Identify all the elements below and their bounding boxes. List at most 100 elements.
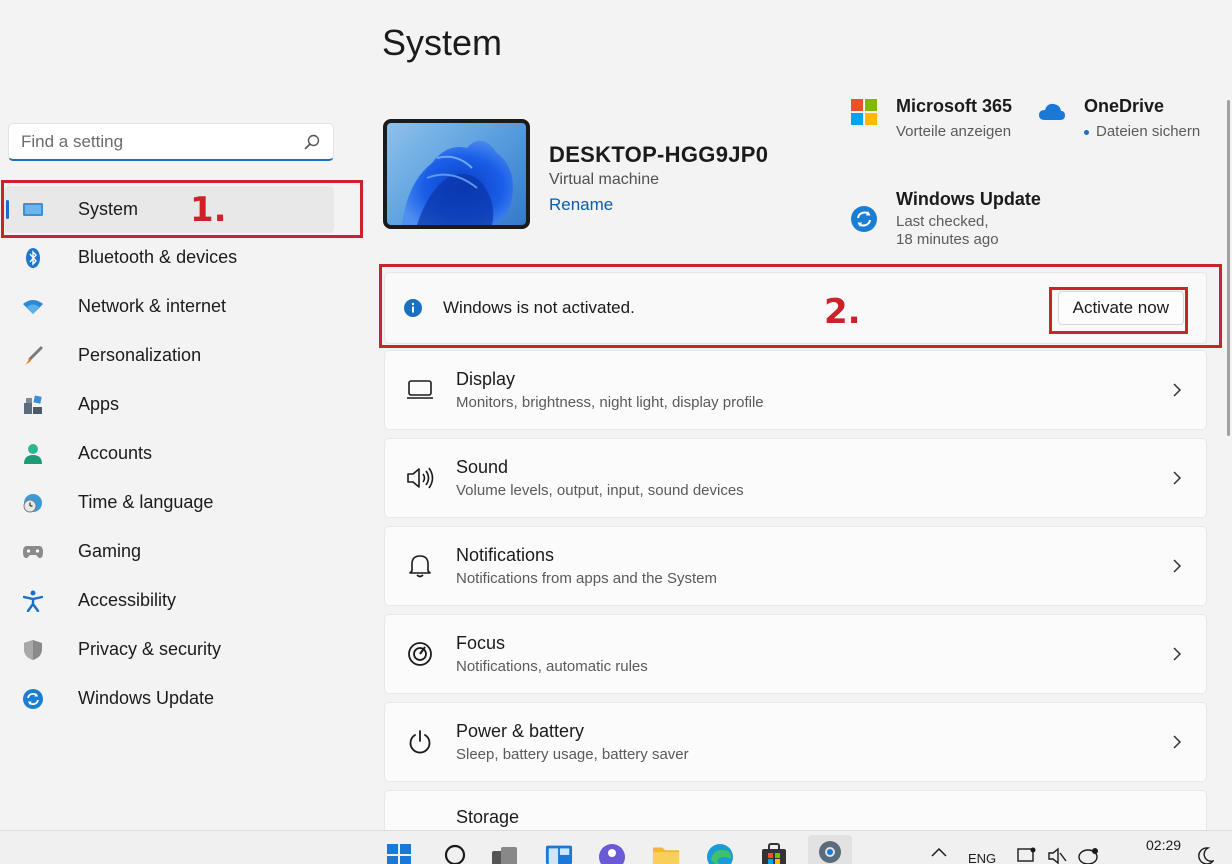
card-subtitle: Volume levels, output, input, sound devi… (456, 482, 744, 499)
settings-card-notifications[interactable]: Notifications Notifications from apps an… (384, 526, 1207, 606)
chevron-right-icon (1173, 735, 1182, 749)
sidebar-item-accounts[interactable]: Accounts (4, 429, 360, 478)
device-wallpaper-thumbnail (383, 119, 530, 229)
sidebar-item-label: Windows Update (78, 688, 215, 708)
microsoft-365-tile[interactable]: Microsoft 365 Vorteile anzeigen (850, 96, 1012, 141)
chevron-up-icon[interactable] (928, 847, 950, 864)
scrollbar[interactable] (1227, 100, 1230, 436)
brush-icon (22, 345, 44, 367)
status-dot (1084, 129, 1089, 135)
file-explorer-icon[interactable] (652, 843, 680, 864)
edge-browser-icon[interactable] (706, 843, 734, 864)
rename-link[interactable]: Rename (549, 195, 613, 215)
settings-card-sound[interactable]: Sound Volume levels, output, input, soun… (384, 438, 1207, 518)
network-tray-icon[interactable] (1076, 847, 1100, 864)
display-tray-icon[interactable] (1016, 847, 1038, 864)
power-icon (405, 727, 435, 757)
shield-icon (22, 639, 44, 661)
update-icon (851, 206, 877, 232)
chevron-right-icon (1173, 471, 1182, 485)
chevron-right-icon (1173, 383, 1182, 397)
sidebar-nav: System Bluetooth & devices Network & int… (4, 186, 360, 723)
sidebar-item-label: Network & internet (78, 296, 227, 316)
start-icon[interactable] (385, 843, 413, 864)
language-indicator[interactable]: ENG (968, 851, 996, 864)
apps-icon (22, 394, 44, 416)
sidebar-item-windows-update[interactable]: Windows Update (4, 674, 360, 723)
search-input[interactable] (21, 131, 303, 152)
card-subtitle: Notifications, automatic rules (456, 658, 648, 675)
accessibility-icon (22, 590, 44, 612)
chat-icon[interactable] (598, 843, 626, 864)
card-subtitle: Monitors, brightness, night light, displ… (456, 394, 764, 411)
sidebar-item-accessibility[interactable]: Accessibility (4, 576, 360, 625)
search-icon[interactable] (441, 843, 469, 864)
sidebar-item-privacy-security[interactable]: Privacy & security (4, 625, 360, 674)
page-title: System (382, 22, 503, 63)
sidebar-item-network[interactable]: Network & internet (4, 282, 360, 331)
sidebar-item-time-language[interactable]: Time & language (4, 478, 360, 527)
card-title: Focus (456, 633, 506, 653)
annotation-box-activate (1049, 287, 1188, 334)
annotation-box-1 (1, 180, 363, 238)
sidebar-item-apps[interactable]: Apps (4, 380, 360, 429)
cloud-icon (1039, 103, 1065, 120)
gamepad-icon (22, 541, 44, 563)
windows-update-tile[interactable]: Windows Update Last checked, 18 minutes … (850, 189, 1041, 249)
windows-bloom-image (402, 140, 513, 225)
microsoft-365-subtitle: Vorteile anzeigen (896, 123, 1012, 140)
sidebar-item-label: Time & language (78, 492, 214, 512)
settings-app-icon[interactable] (808, 835, 852, 864)
search-icon (304, 134, 320, 149)
settings-card-display[interactable]: Display Monitors, brightness, night ligh… (384, 350, 1207, 430)
sidebar-item-label: Accounts (78, 443, 153, 463)
sidebar-item-label: Accessibility (78, 590, 177, 610)
display-icon (405, 375, 435, 405)
bluetooth-icon (22, 247, 44, 269)
onedrive-subtitle: Dateien sichern (1096, 123, 1201, 140)
sidebar-item-personalization[interactable]: Personalization (4, 331, 360, 380)
annotation-label-1: 1. (190, 190, 227, 230)
card-title: Display (456, 369, 516, 389)
search-box[interactable] (8, 123, 334, 161)
settings-card-power-battery[interactable]: Power & battery Sleep, battery usage, ba… (384, 702, 1207, 782)
card-title: Sound (456, 457, 509, 477)
speaker-icon (405, 463, 435, 493)
globe-clock-icon (22, 492, 44, 514)
sidebar-item-label: Bluetooth & devices (78, 247, 238, 267)
windows-update-time-ago: 18 minutes ago (896, 231, 999, 248)
taskbar: ENG 02:29 (0, 830, 1232, 864)
card-title: Power & battery (456, 721, 585, 741)
sidebar-item-label: Personalization (78, 345, 202, 365)
volume-tray-icon[interactable] (1046, 847, 1068, 864)
onedrive-title: OneDrive (1084, 96, 1165, 116)
windows-update-last-checked: Last checked, (896, 213, 989, 230)
onedrive-tile[interactable]: OneDrive Dateien sichern (1038, 96, 1200, 141)
chevron-right-icon (1173, 647, 1182, 661)
card-subtitle: Sleep, battery usage, battery saver (456, 746, 689, 763)
widgets-icon[interactable] (545, 843, 573, 864)
card-title: Notifications (456, 545, 555, 565)
update-icon (22, 688, 44, 710)
sidebar-item-label: Apps (78, 394, 120, 414)
sidebar-item-label: Gaming (78, 541, 142, 561)
annotation-label-2: 2. (824, 292, 861, 332)
windows-update-title: Windows Update (896, 189, 1041, 209)
store-icon[interactable] (760, 843, 788, 864)
card-subtitle: Notifications from apps and the System (456, 570, 717, 587)
bell-icon (405, 551, 435, 581)
task-view-icon[interactable] (491, 843, 519, 864)
microsoft-365-title: Microsoft 365 (896, 96, 1013, 116)
focus-icon (405, 639, 435, 669)
device-type: Virtual machine (549, 171, 659, 188)
sidebar-item-gaming[interactable]: Gaming (4, 527, 360, 576)
microsoft-logo-icon (851, 99, 877, 125)
sidebar-item-label: Privacy & security (78, 639, 222, 659)
sidebar-item-bluetooth[interactable]: Bluetooth & devices (4, 233, 360, 282)
moon-icon[interactable] (1196, 847, 1216, 864)
person-icon (22, 443, 44, 465)
settings-card-focus[interactable]: Focus Notifications, automatic rules (384, 614, 1207, 694)
clock-time[interactable]: 02:29 (1146, 837, 1181, 853)
device-name: DESKTOP-HGG9JP0 (549, 142, 769, 167)
card-title: Storage (456, 807, 520, 827)
